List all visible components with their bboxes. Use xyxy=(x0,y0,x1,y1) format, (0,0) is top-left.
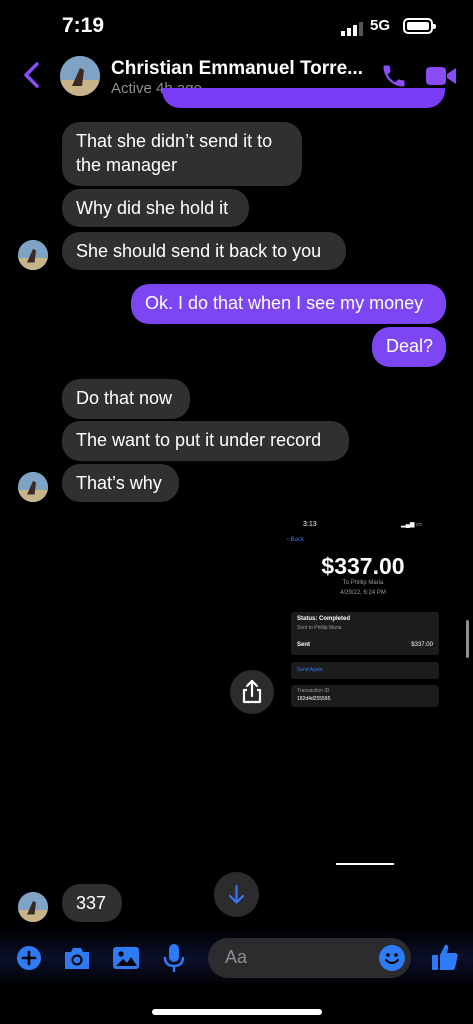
receipt-status: Status: Completed xyxy=(297,616,351,622)
receipt-transaction-id: 182d4d255595 xyxy=(297,696,331,702)
receipt-amount: $337.00 xyxy=(321,553,405,579)
receipt-transaction: Transaction ID 182d4d255595 xyxy=(291,685,439,707)
video-call-icon[interactable] xyxy=(425,64,457,88)
message-line: That she didn’t send it to xyxy=(76,131,273,151)
battery-icon xyxy=(403,18,436,34)
message-line: the manager xyxy=(76,155,178,175)
incoming-message[interactable]: That’s why xyxy=(62,464,179,502)
receipt-status-card: Status: Completed Sent to Phillip Maria … xyxy=(291,612,439,655)
receipt-date: 4/29/22, 6:24 PM xyxy=(340,590,386,596)
receipt-sent-label: Sent xyxy=(297,642,311,648)
incoming-message[interactable]: Why did she hold it xyxy=(62,189,249,227)
receipt-sent-value: $337.00 xyxy=(411,642,433,648)
incoming-message[interactable]: She should send it back to you xyxy=(62,232,346,270)
network-label: 5G xyxy=(370,17,391,34)
plus-icon[interactable] xyxy=(16,945,42,971)
scrollbar[interactable] xyxy=(466,620,469,658)
microphone-icon[interactable] xyxy=(162,943,186,973)
previous-message-peek xyxy=(162,88,445,108)
message-input-placeholder: Aa xyxy=(225,947,248,967)
receipt-transaction-label: Transaction ID xyxy=(297,688,330,694)
back-chevron-icon[interactable] xyxy=(20,60,44,90)
photo-gallery-icon[interactable] xyxy=(112,945,140,971)
receipt-sent-to: Sent to Phillip Maria xyxy=(297,625,342,631)
home-indicator xyxy=(152,1009,322,1015)
emoji-icon[interactable] xyxy=(378,944,406,972)
contact-avatar[interactable] xyxy=(60,56,100,96)
receipt-recipient: To Phillip Maria xyxy=(342,580,384,586)
sender-avatar[interactable] xyxy=(18,892,48,922)
receipt-time: 3:13 xyxy=(303,521,317,528)
sender-avatar[interactable] xyxy=(18,240,48,270)
receipt-send-again: Send Again xyxy=(291,662,439,679)
receipt-status-icons: ▂▄▆ ▭ xyxy=(401,522,422,528)
incoming-message[interactable]: 337 xyxy=(62,884,122,922)
receipt-send-again-label: Send Again xyxy=(297,667,323,673)
incoming-message[interactable]: The want to put it under record xyxy=(62,421,349,461)
scroll-to-bottom-button[interactable] xyxy=(214,872,259,917)
camera-icon[interactable] xyxy=(62,945,92,971)
sender-avatar[interactable] xyxy=(18,472,48,502)
receipt-back-link: ‹ Back xyxy=(287,537,305,543)
thumbs-up-icon[interactable] xyxy=(430,942,460,972)
incoming-message[interactable]: That she didn’t send it to the manager xyxy=(62,122,302,186)
outgoing-message[interactable]: Deal? xyxy=(372,327,446,367)
status-time: 7:19 xyxy=(62,14,105,37)
receipt-image-attachment[interactable]: 3:13 ▂▄▆ ▭ ‹ Back $337.00 To Phillip Mar… xyxy=(283,517,443,717)
phone-call-icon[interactable] xyxy=(380,62,408,90)
signal-icon xyxy=(341,22,363,36)
outgoing-message[interactable]: Ok. I do that when I see my money xyxy=(131,284,446,324)
incoming-message[interactable]: Do that now xyxy=(62,379,190,419)
arrow-down-icon xyxy=(228,884,245,904)
image-home-indicator xyxy=(336,863,394,865)
share-icon xyxy=(242,679,262,704)
receipt-back-label: Back xyxy=(290,537,305,543)
share-button[interactable] xyxy=(230,670,274,714)
contact-name[interactable]: Christian Emmanuel Torre... xyxy=(111,58,363,80)
